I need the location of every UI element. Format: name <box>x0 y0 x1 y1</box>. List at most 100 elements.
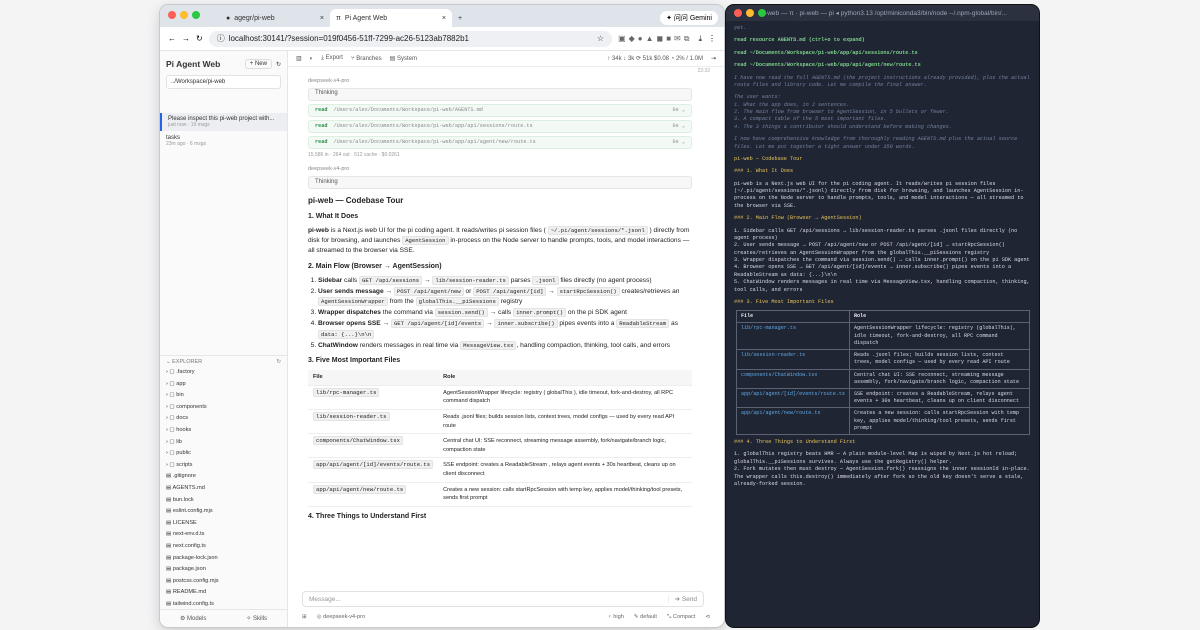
file-tree-item[interactable]: › ▢ app <box>166 379 287 391</box>
menu-icon[interactable]: ⋮ <box>708 34 716 43</box>
close-window-icon[interactable] <box>168 11 176 19</box>
section-heading: 1. What It Does <box>308 213 359 221</box>
bookmark-icon[interactable]: ☆ <box>597 34 604 43</box>
close-tab-icon[interactable]: × <box>320 15 324 22</box>
thinking-block[interactable]: Thinking <box>308 87 692 101</box>
theme-icon[interactable]: ◐ <box>310 56 314 62</box>
chat-toolbar: ▥ ◐ ⤓ Export ⑂ Branches ▤ System ↑ 34k ↓… <box>288 51 724 67</box>
url-field[interactable]: ⓘ localhost:30141/?session=019f0456-51ff-… <box>208 30 613 47</box>
back-icon[interactable]: ← <box>168 34 176 43</box>
file-tree-item[interactable]: ▤ .gitignore <box>166 471 287 483</box>
workspace-path[interactable]: ../Workspace/pi-web <box>166 75 281 89</box>
gear-icon: ⚙ <box>179 616 188 622</box>
file-tree-item[interactable]: ▤ bun.lock <box>166 495 287 507</box>
terminal-line: 1. What the app does, in 2 sentences. <box>734 101 850 108</box>
download-icon[interactable]: ⤓ <box>698 34 702 44</box>
tab-pi-agent[interactable]: π Pi Agent Web × <box>330 9 452 27</box>
file-tree-item[interactable]: ▤ eslint.config.mjs <box>166 506 287 518</box>
file-tree-item[interactable]: ▤ AGENTS.md <box>166 483 287 495</box>
close-tab-icon[interactable]: × <box>442 15 446 22</box>
attach-icon[interactable]: ⊞ <box>302 614 307 620</box>
maximize-window-icon[interactable] <box>192 11 200 19</box>
minimize-window-icon[interactable] <box>180 11 188 19</box>
file-tree-item[interactable]: ▤ LICENSE <box>166 518 287 530</box>
extension-icons[interactable]: ▣◆●▲◼■✉⧉ <box>618 34 692 44</box>
file-tree-item[interactable]: › ▢ scripts <box>166 460 287 472</box>
section-heading: 4. Three Things to Understand First <box>308 513 427 521</box>
terminal-line: pi-web — Codebase Tour <box>734 155 803 162</box>
export-button[interactable]: ⤓ Export <box>321 55 343 62</box>
terminal-line: ### 2. Main Flow (Browser → AgentSession… <box>734 215 862 222</box>
sidebar-toggle-icon[interactable]: ▥ <box>296 55 302 62</box>
session-item[interactable]: Please inspect this pi-web project with.… <box>160 113 287 131</box>
skills-button[interactable]: ✧ Skills <box>246 615 267 622</box>
read-tool-call[interactable]: read/Users/alex/Documents/Workspace/pi-w… <box>308 119 692 133</box>
maximize-window-icon[interactable] <box>758 9 766 17</box>
terminal-titlebar: pi-web — π · pi-web — pi ◂ python3.13 /o… <box>726 5 1039 21</box>
terminal-line: 2. User sends message → POST /api/agent/… <box>734 242 1005 256</box>
preset-select[interactable]: ✎ default <box>634 614 657 620</box>
message-input[interactable]: Message... ➜ Send <box>302 591 704 607</box>
file-tree-item[interactable]: › ▢ components <box>166 402 287 414</box>
model-select[interactable]: ◎ deepseek-v4-pro <box>317 614 365 620</box>
send-button[interactable]: ➜ Send <box>667 595 697 603</box>
compact-button[interactable]: ⤡ Compact <box>667 614 695 621</box>
thinking-block[interactable]: Thinking <box>308 175 692 189</box>
read-tool-call[interactable]: read/Users/alex/Documents/Workspace/pi-w… <box>308 135 692 149</box>
gemini-button[interactable]: ✦ 问问 Gemini <box>660 11 718 25</box>
terminal-line: I now have comprehensive knowledge from … <box>734 136 1018 150</box>
tab-github[interactable]: ● agegr/pi-web × <box>220 9 330 27</box>
file-tree-item[interactable]: › ▢ bin <box>166 390 287 402</box>
session-item[interactable]: tasks 23m ago · 6 msgs <box>160 131 287 151</box>
file-tree-item[interactable]: › ▢ lib <box>166 437 287 449</box>
file-tree-item[interactable]: ▤ next-env.d.ts <box>166 529 287 541</box>
terminal-line: 5. ChatWindow renders messages in real t… <box>734 279 1030 293</box>
minimize-window-icon[interactable] <box>746 9 754 17</box>
table-row: lib/session-reader.ts Reads .jsonl files;… <box>308 409 692 435</box>
new-tab-button[interactable]: + <box>452 9 468 27</box>
new-session-button[interactable]: + New <box>244 59 272 69</box>
table-row: components/ChatWindow.tsx Central chat UI… <box>736 368 1031 390</box>
file-tree-item[interactable]: › ▢ .factory <box>166 367 287 379</box>
chevron-down-icon[interactable]: ⌄ <box>166 359 171 365</box>
forward-icon[interactable]: → <box>182 34 190 43</box>
table-row: lib/session-reader.ts Reads .jsonl files;… <box>736 349 1031 370</box>
more-icon[interactable]: ⊲ <box>705 614 710 620</box>
refresh-icon[interactable]: ↻ <box>276 61 281 68</box>
refresh-icon[interactable]: ↻ <box>276 359 281 365</box>
model-tag: deepseek-v4-pro <box>308 78 350 84</box>
address-bar: ← → ↻ ⓘ localhost:30141/?session=019f0456… <box>160 27 724 51</box>
system-button[interactable]: ▤ System <box>390 55 417 62</box>
terminal-line: 1. Sidebar calls GET /api/sessions → lib… <box>734 227 1018 241</box>
file-tree-item[interactable]: › ▢ hooks <box>166 425 287 437</box>
file-tree-item[interactable]: › ▢ public <box>166 448 287 460</box>
read-tool-call[interactable]: read/Users/alex/Documents/Workspace/pi-w… <box>308 103 692 117</box>
browser-window: ● agegr/pi-web × π Pi Agent Web × + ✦ 问问 Gem… <box>160 5 724 627</box>
terminal-line: 4. Browser opens SSE → GET /api/agent/[i… <box>734 264 1012 278</box>
file-tree-item[interactable]: › ▢ docs <box>166 413 287 425</box>
traffic-lights[interactable] <box>734 9 766 17</box>
collapse-icon[interactable]: ⇥ <box>711 55 716 62</box>
site-info-icon[interactable]: ⓘ <box>217 33 225 44</box>
terminal-line: ### 1. What It Does <box>734 168 794 175</box>
thinking-select[interactable]: ♀ high <box>608 614 624 620</box>
table-row: lib/rpc-manager.ts AgentSessionWrapper li… <box>308 385 692 410</box>
branches-button[interactable]: ⑂ Branches <box>351 56 382 62</box>
list-item: User sends message → POST /api/agent/new… <box>318 286 692 307</box>
terminal-line: yet. <box>734 25 747 31</box>
close-window-icon[interactable] <box>734 9 742 17</box>
file-tree: › ▢ .factory › ▢ app › ▢ bin › ▢ components… <box>166 367 287 610</box>
file-tree-item[interactable]: ▤ postcss.config.mjs <box>166 576 287 588</box>
answer-heading: pi-web — Codebase Tour <box>308 195 404 205</box>
models-button[interactable]: ⚙ Models <box>180 615 206 622</box>
file-tree-item[interactable]: ▤ package-lock.json <box>166 553 287 565</box>
table-row: app/api/agent/[id]/events/route.ts SSE en… <box>736 387 1031 409</box>
reload-icon[interactable]: ↻ <box>196 34 203 43</box>
file-tree-item[interactable]: ▤ package.json <box>166 564 287 576</box>
chat-footer: ⊞ ◎ deepseek-v4-pro ♀ high ✎ default ⤡ C… <box>302 611 710 623</box>
file-tree-item[interactable]: ▤ README.md <box>166 587 287 599</box>
file-tree-item[interactable]: ▤ next.config.ts <box>166 541 287 553</box>
list-item: ChatWindow renders messages in real time… <box>318 340 692 351</box>
terminal-output[interactable]: yet. read resource AGENTS.md (ctrl+o to … <box>726 21 1039 627</box>
traffic-lights[interactable] <box>168 11 200 19</box>
